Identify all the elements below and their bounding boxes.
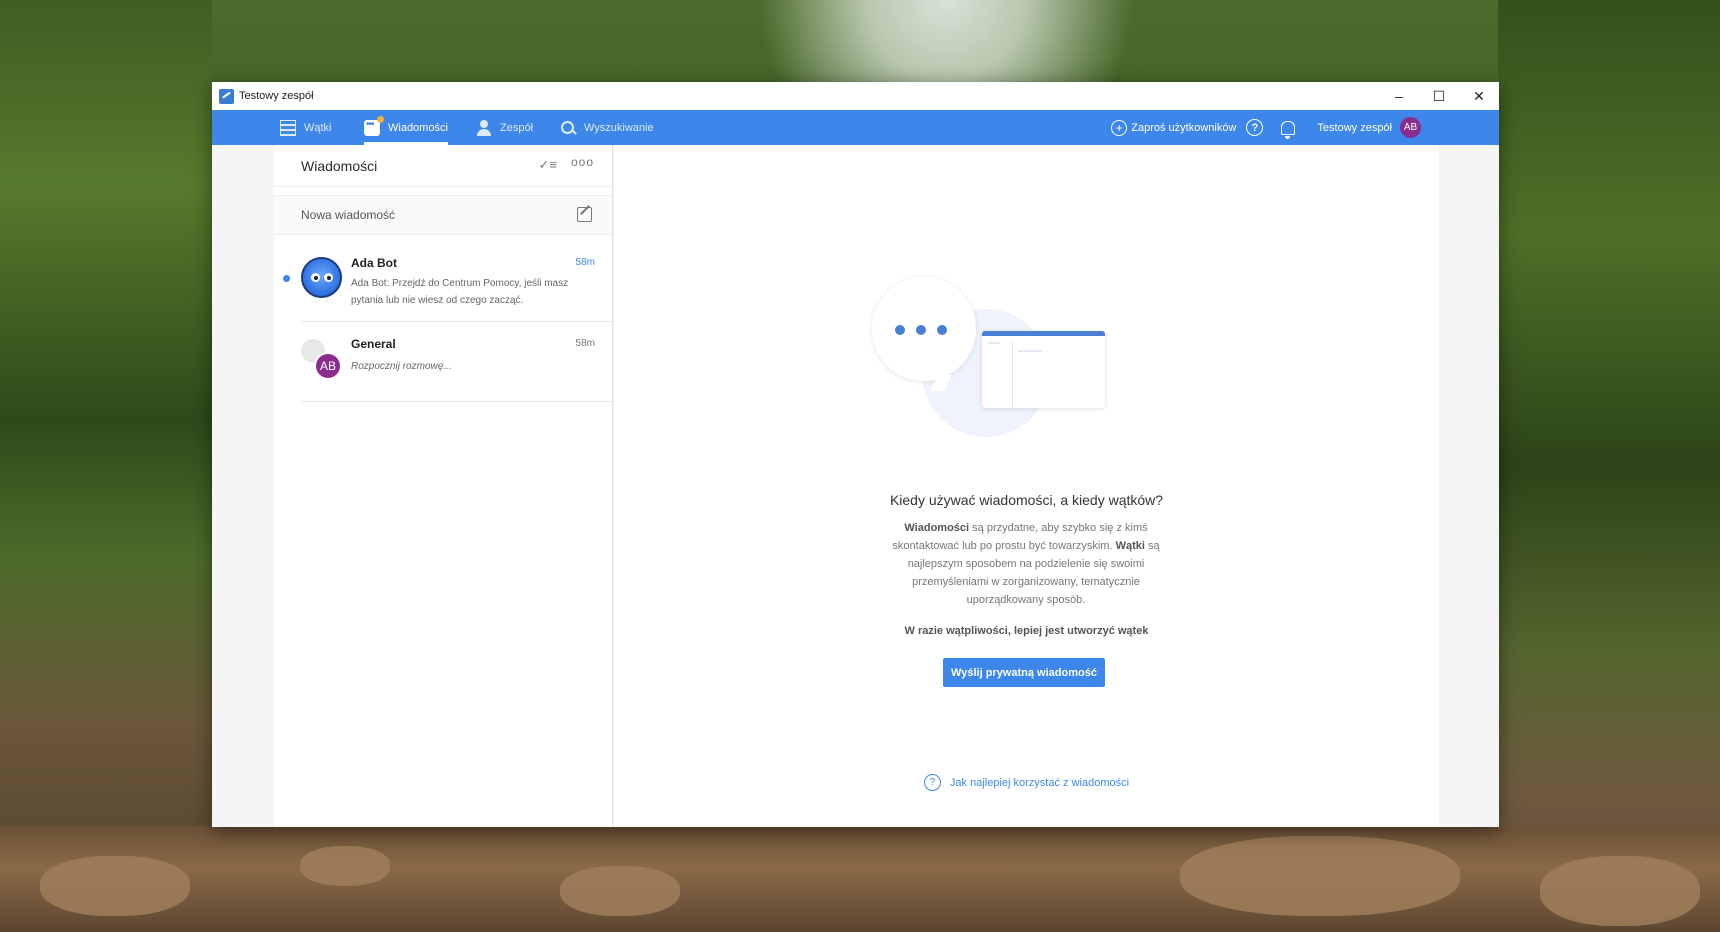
top-navigation: Wątki Wiadomości Zespół Wyszukiwanie + Z… xyxy=(212,110,1499,145)
info-bold-threads: Wątki xyxy=(1115,540,1145,552)
tab-search[interactable]: Wyszukiwanie xyxy=(560,110,654,145)
tab-search-label: Wyszukiwanie xyxy=(584,121,654,134)
app-window: Testowy zespół – ☐ ✕ Wątki Wiadomości Ze… xyxy=(212,82,1499,827)
invite-users-button[interactable]: + Zaproś użytkowników xyxy=(1111,119,1237,136)
conversation-item[interactable]: Ada Bot 58m Ada Bot: Przejdź do Centrum … xyxy=(283,242,612,322)
send-private-message-button[interactable]: Wyślij prywatną wiadomość xyxy=(943,658,1105,687)
team-name[interactable]: Testowy zespół xyxy=(1317,122,1392,134)
compose-icon xyxy=(577,207,592,222)
chat-icon xyxy=(364,115,384,136)
info-bold-messages: Wiadomości xyxy=(904,522,970,534)
minimize-button[interactable]: – xyxy=(1379,82,1419,110)
mark-read-icon[interactable]: ✓≡ xyxy=(539,157,557,173)
bell-icon[interactable] xyxy=(1281,120,1296,139)
close-button[interactable]: ✕ xyxy=(1459,82,1499,110)
invite-users-label: Zaproś użytkowników xyxy=(1131,121,1237,134)
help-link-label: Jak najlepiej korzystać z wiadomości xyxy=(949,776,1130,789)
nav-right-group: + Zaproś użytkowników ? Testowy zespół A… xyxy=(1111,110,1499,145)
more-options-icon[interactable]: ooo xyxy=(571,155,594,169)
group-avatar: AB xyxy=(301,339,342,380)
maximize-button[interactable]: ☐ xyxy=(1419,82,1459,110)
ada-bot-avatar xyxy=(301,257,342,298)
help-icon[interactable]: ? xyxy=(1246,119,1264,136)
sidebar-title: Wiadomości xyxy=(301,157,378,174)
tab-messages-label: Wiadomości xyxy=(388,121,448,134)
search-icon xyxy=(560,120,576,136)
add-circle-icon: + xyxy=(1111,119,1128,136)
wallpaper-foliage-left xyxy=(0,0,212,932)
info-heading: Kiedy używać wiadomości, a kiedy wątków? xyxy=(889,492,1164,508)
wallpaper-stream xyxy=(0,826,1720,932)
avatar: AB xyxy=(314,352,342,380)
unread-indicator xyxy=(283,275,290,282)
conversation-time: 58m xyxy=(575,257,595,268)
tab-team[interactable]: Zespół xyxy=(476,110,533,145)
messages-illustration xyxy=(872,277,1105,443)
tab-threads[interactable]: Wątki xyxy=(280,110,332,145)
tab-messages[interactable]: Wiadomości xyxy=(364,110,448,145)
team-icon xyxy=(476,119,492,136)
new-message-label: Nowa wiadomość xyxy=(301,208,396,222)
conversation-preview: Ada Bot: Przejdź do Centrum Pomocy, jeśl… xyxy=(351,278,569,306)
sidebar-header: Wiadomości ✓≡ ooo xyxy=(274,145,612,187)
info-body: Wiadomości są przydatne, aby szybko się … xyxy=(876,519,1176,609)
conversation-item[interactable]: AB General 58m Rozpocznij rozmowę... xyxy=(301,323,612,402)
title-bar: Testowy zespół – ☐ ✕ xyxy=(212,82,1499,110)
new-message-button[interactable]: Nowa wiadomość xyxy=(274,195,612,235)
conversation-name: General xyxy=(351,337,396,351)
threads-icon xyxy=(280,119,296,136)
wallpaper-foliage-right xyxy=(1498,0,1720,932)
help-link[interactable]: ? Jak najlepiej korzystać z wiadomości xyxy=(614,774,1439,791)
messages-sidebar: Wiadomości ✓≡ ooo Nowa wiadomość Ada Bot… xyxy=(274,145,613,827)
help-circle-icon: ? xyxy=(923,774,941,791)
user-avatar[interactable]: AB xyxy=(1400,117,1421,138)
conversation-preview: Rozpocznij rozmowę... xyxy=(351,361,452,372)
app-logo-icon xyxy=(219,88,234,104)
info-recommendation: W razie wątpliwości, lepiej jest utworzy… xyxy=(904,625,1149,637)
content-area: Wiadomości ✓≡ ooo Nowa wiadomość Ada Bot… xyxy=(212,145,1499,827)
conversation-time: 58m xyxy=(575,338,595,349)
tab-threads-label: Wątki xyxy=(304,121,332,134)
conversation-name: Ada Bot xyxy=(351,256,397,270)
main-panel: Kiedy używać wiadomości, a kiedy wątków?… xyxy=(614,145,1439,827)
window-title: Testowy zespół xyxy=(239,90,314,102)
tab-team-label: Zespół xyxy=(500,121,534,134)
